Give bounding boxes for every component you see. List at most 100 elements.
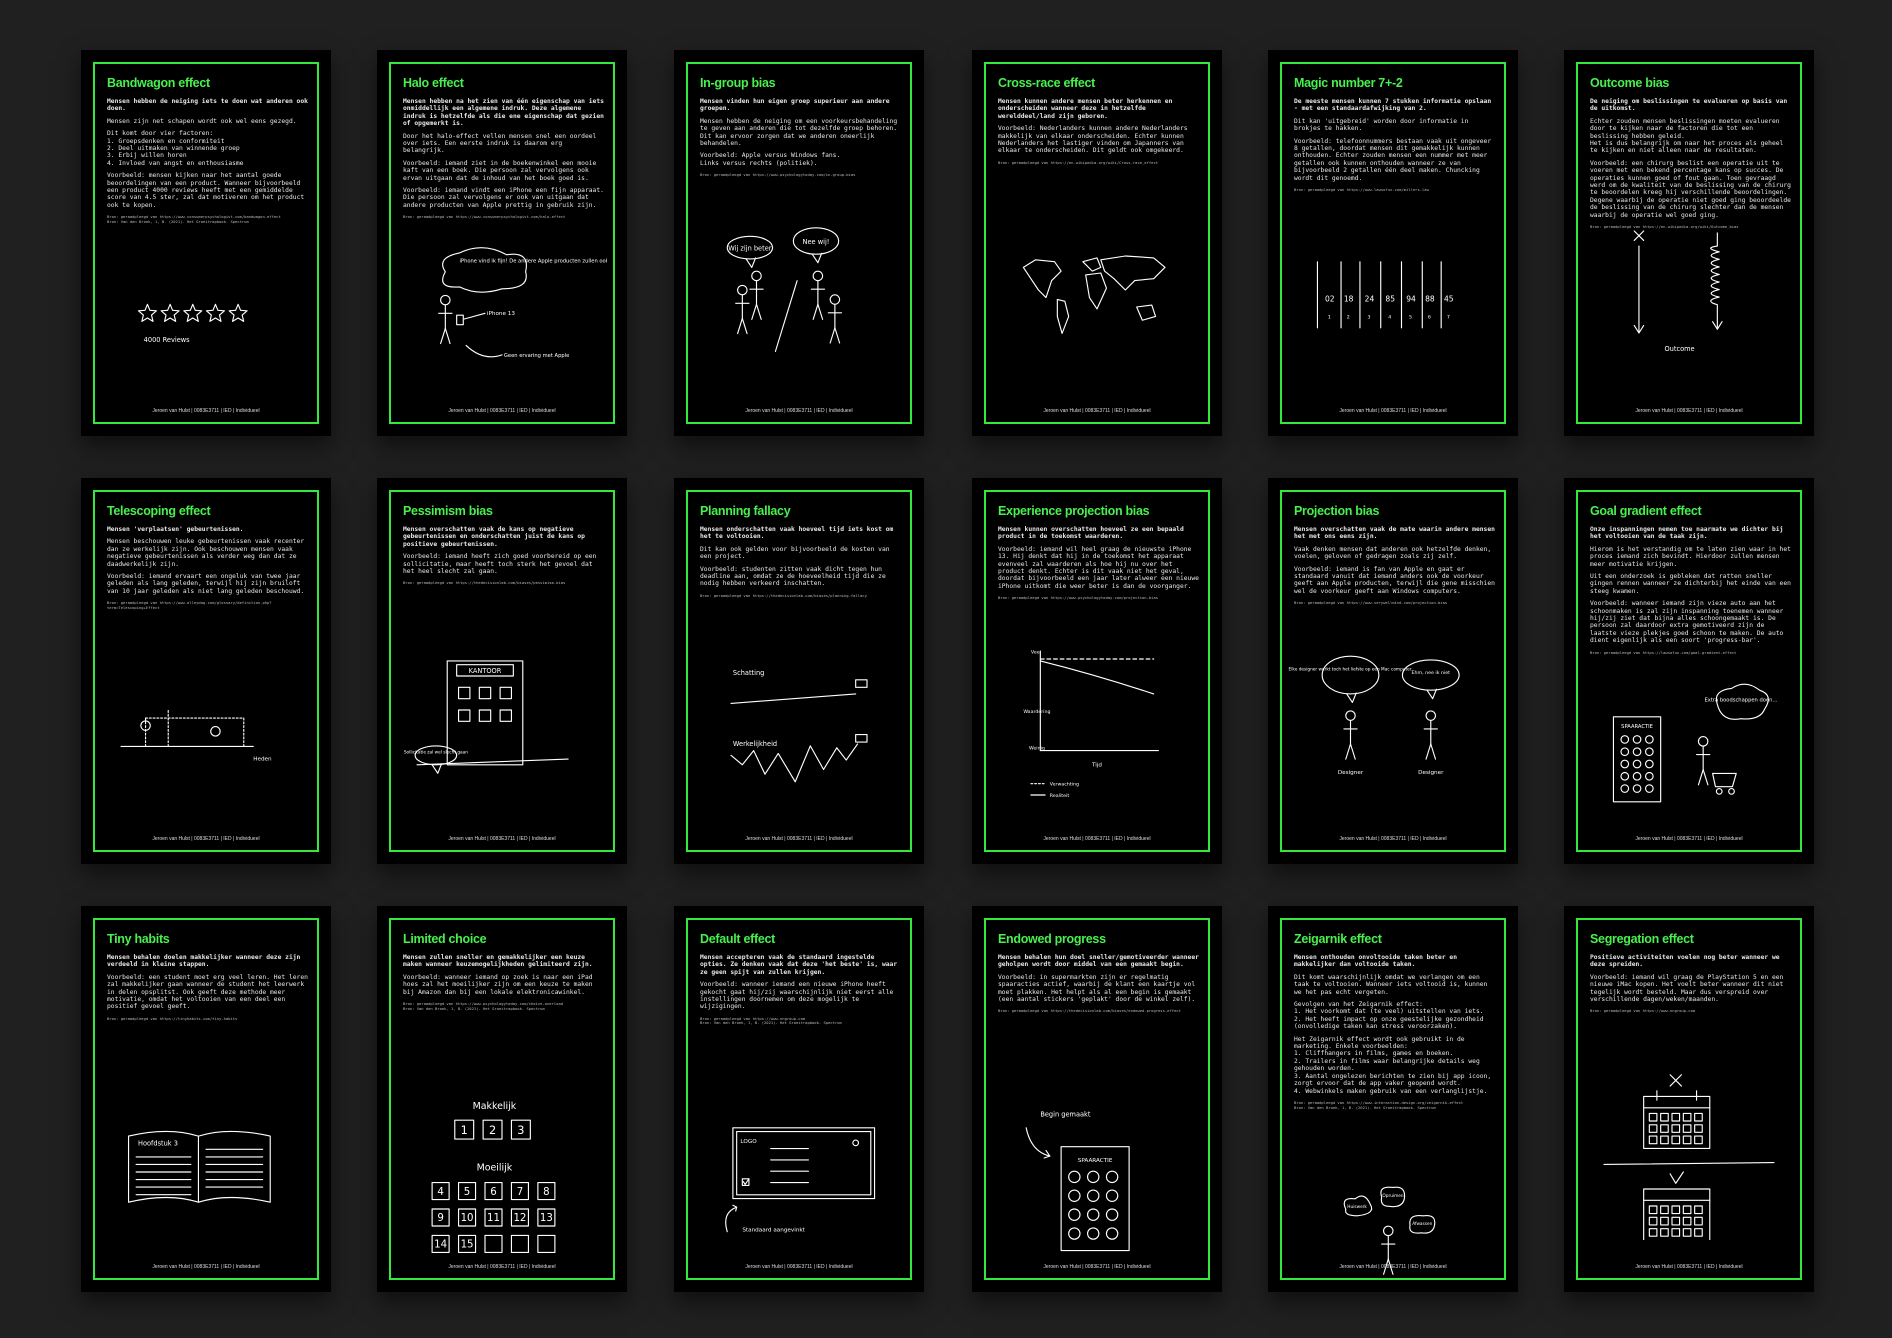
sketch-stroke [736, 1130, 872, 1196]
slide-card[interactable]: Cross-race effect Mensen kunnen andere me… [972, 50, 1222, 436]
card-paragraph: Mensen zijn net schapen wordt ook wel ee… [107, 117, 297, 125]
card-lead: Onze inspanningen nemen toe naarmate we … [1590, 526, 1784, 541]
sketch-stroke [1056, 298, 1070, 335]
slide-card[interactable]: Limited choice Mensen zullen sneller en g… [377, 906, 627, 1292]
card-paragraph: Voorbeeld: mensen kijken naar het aantal… [107, 172, 305, 209]
card-body: Mensen vinden hun eigen groep superieur … [700, 98, 902, 178]
slide-card[interactable]: Planning fallacy Mensen onderschatten vaa… [674, 478, 924, 864]
sketch-stroke [1660, 1112, 1669, 1122]
card-lead: Mensen behalen hun doel sneller/gemotive… [998, 954, 1199, 969]
sketch-stroke [1715, 787, 1723, 795]
card-source: Bron: geraadpleegd van https://www.alley… [107, 600, 272, 610]
sketch-stroke [499, 709, 513, 722]
slide-card[interactable]: Magic number 7+-2 De meeste mensen kunnen… [1268, 50, 1518, 436]
sketch-stroke [1025, 1127, 1051, 1157]
card-footer: Jeroen van Hulst | 0083E3711 | IED | Ind… [448, 408, 556, 414]
card-title: Cross-race effect [998, 76, 1096, 90]
sketch-stroke [463, 312, 486, 320]
sketch-stroke [1644, 735, 1654, 744]
card-source: Bron: geraadpleegd van https://thedecisi… [403, 580, 566, 586]
card-paragraph: Mensen hebben de neiging om een voorkeur… [700, 117, 898, 148]
sketch-stroke [1039, 660, 1155, 695]
sketch-stroke [1425, 743, 1432, 760]
card-illustration: Makkelijk 1 2 3 Moeilijk 4 5 6 7 8 9 10 11 12 13 14 15 [397, 1090, 607, 1260]
slide-card[interactable]: Goal gradient effect Onze inspanningen ne… [1564, 478, 1814, 864]
card-paragraph: Dit kan 'uitgebreid' worden door informa… [1294, 117, 1469, 133]
card-paragraph: Gevolgen van het Zeigarnik effect: 1. He… [1294, 1001, 1484, 1031]
sketch-stroke [1694, 1216, 1703, 1226]
sketch-stroke [1648, 1135, 1658, 1145]
sketch-stroke [1022, 259, 1062, 299]
card-title: Zeigarnik effect [1294, 932, 1382, 946]
card-illustration: Begin gemaakt SPAARACTIE [992, 1090, 1202, 1260]
sketch-stroke [1728, 787, 1735, 795]
slide-card[interactable]: In-group bias Mensen vinden hun eigen gro… [674, 50, 924, 436]
card-source: Bron: geraadpleegd van https://en.wikipe… [998, 159, 1159, 165]
card-illustration: 4000 Reviews [101, 224, 311, 394]
card-title: In-group bias [700, 76, 776, 90]
card-source: Bron: geraadpleegd van https://lawsofux.… [1590, 649, 1737, 655]
slide-card[interactable]: Projection bias Mensen overschatten vaak … [1268, 478, 1518, 864]
slide-card[interactable]: Telescoping effect Mensen 'verplaatsen' g… [81, 478, 331, 864]
sketch-drawing: Hoofdstuk 3 [127, 1130, 271, 1203]
illustration-label: 3 [1368, 314, 1371, 320]
slide-card[interactable]: Segregation effect Positieve activiteiten… [1564, 906, 1814, 1292]
card-grid: Bandwagon effect Mensen hebben de neiging… [0, 0, 1892, 1338]
illustration-label: SPAARACTIE [1621, 724, 1653, 730]
card-frame: Telescoping effect Mensen 'verplaatsen' g… [93, 490, 319, 852]
sketch-stroke [510, 1234, 530, 1254]
card-paragraph: Voorbeeld: wanneer iemand een nieuwe iPh… [700, 981, 894, 1011]
sketch-drawing: LOGO Standaard aangevinkt [725, 1127, 876, 1234]
card-body: De meeste mensen kunnen 7 stukken inform… [1294, 98, 1496, 193]
sketch-stroke [1105, 1170, 1119, 1184]
card-illustration: Hoofdstuk 3 [101, 1070, 311, 1240]
slide-card[interactable]: Outcome bias De neiging om beslissingen t… [1564, 50, 1814, 436]
sketch-stroke [1697, 736, 1709, 747]
sketch-stroke [1660, 1205, 1669, 1215]
card-paragraph: Voorbeeld: iemand heeft zich goed voorbe… [403, 553, 597, 576]
slide-card[interactable]: Tiny habits Mensen behalen doelen makkeli… [81, 906, 331, 1292]
card-source: Bron: geraadpleegd van https://thedecisi… [700, 592, 867, 598]
sketch-stroke [1620, 771, 1630, 781]
card-paragraph: Voorbeeld: in supermarkten zijn er regel… [998, 973, 1196, 1004]
card-frame: In-group bias Mensen vinden hun eigen gro… [686, 62, 912, 424]
slide-card[interactable]: Experience projection bias Mensen kunnen … [972, 478, 1222, 864]
card-title: Planning fallacy [700, 504, 791, 518]
illustration-label: Standaard aangevinkt [742, 1228, 805, 1234]
illustration-label: 18 [1344, 294, 1354, 303]
card-source: Bron: geraadpleegd van https://www.psych… [403, 1001, 564, 1011]
sketch-stroke [774, 280, 798, 353]
sketch-stroke [755, 303, 762, 320]
slide-card[interactable]: Zeigarnik effect Mensen onthouden onvolto… [1268, 906, 1518, 1292]
illustration-label: Realiteit [1050, 793, 1070, 799]
card-title: Projection bias [1294, 504, 1380, 518]
sketch-stroke [440, 327, 446, 345]
sketch-stroke [1644, 771, 1654, 781]
sketch-stroke [1682, 1205, 1692, 1215]
sketch-stroke [1648, 1124, 1658, 1133]
card-lead: Mensen kunnen andere mensen beter herken… [998, 98, 1173, 120]
sketch-stroke [751, 270, 762, 282]
illustration-label: LOGO [740, 1139, 757, 1145]
slide-card[interactable]: Endowed progress Mensen behalen hun doel … [972, 906, 1222, 1292]
card-paragraph: Door het halo-effect vellen mensen snel … [403, 132, 597, 155]
sketch-stroke [1632, 735, 1642, 744]
slide-card[interactable]: Halo effect Mensen hebben na het zien van… [377, 50, 627, 436]
sketch-stroke [1682, 1216, 1692, 1226]
sketch-stroke [1648, 1112, 1658, 1122]
card-illustration [1584, 1070, 1794, 1242]
card-title: Segregation effect [1590, 932, 1694, 946]
card-title: Experience projection bias [998, 504, 1150, 518]
card-illustration: iPhone vind ik fijn! De andere Apple pro… [397, 234, 613, 404]
slide-card[interactable]: Pessimism bias Mensen overschatten vaak d… [377, 478, 627, 864]
card-title: Bandwagon effect [107, 76, 210, 90]
illustration-label: Heden [253, 757, 272, 763]
card-lead: Mensen onthouden onvoltooide taken beter… [1294, 954, 1458, 969]
slide-card[interactable]: Default effect Mensen accepteren vaak de … [674, 906, 924, 1292]
sketch-stroke [852, 1139, 860, 1147]
sketch-stroke [478, 709, 492, 722]
card-frame: Goal gradient effect Onze inspanningen ne… [1576, 490, 1802, 852]
slide-card[interactable]: Bandwagon effect Mensen hebben de neiging… [81, 50, 331, 436]
card-body: Mensen hebben na het zien van één eigens… [403, 98, 605, 220]
card-title: Default effect [700, 932, 775, 946]
